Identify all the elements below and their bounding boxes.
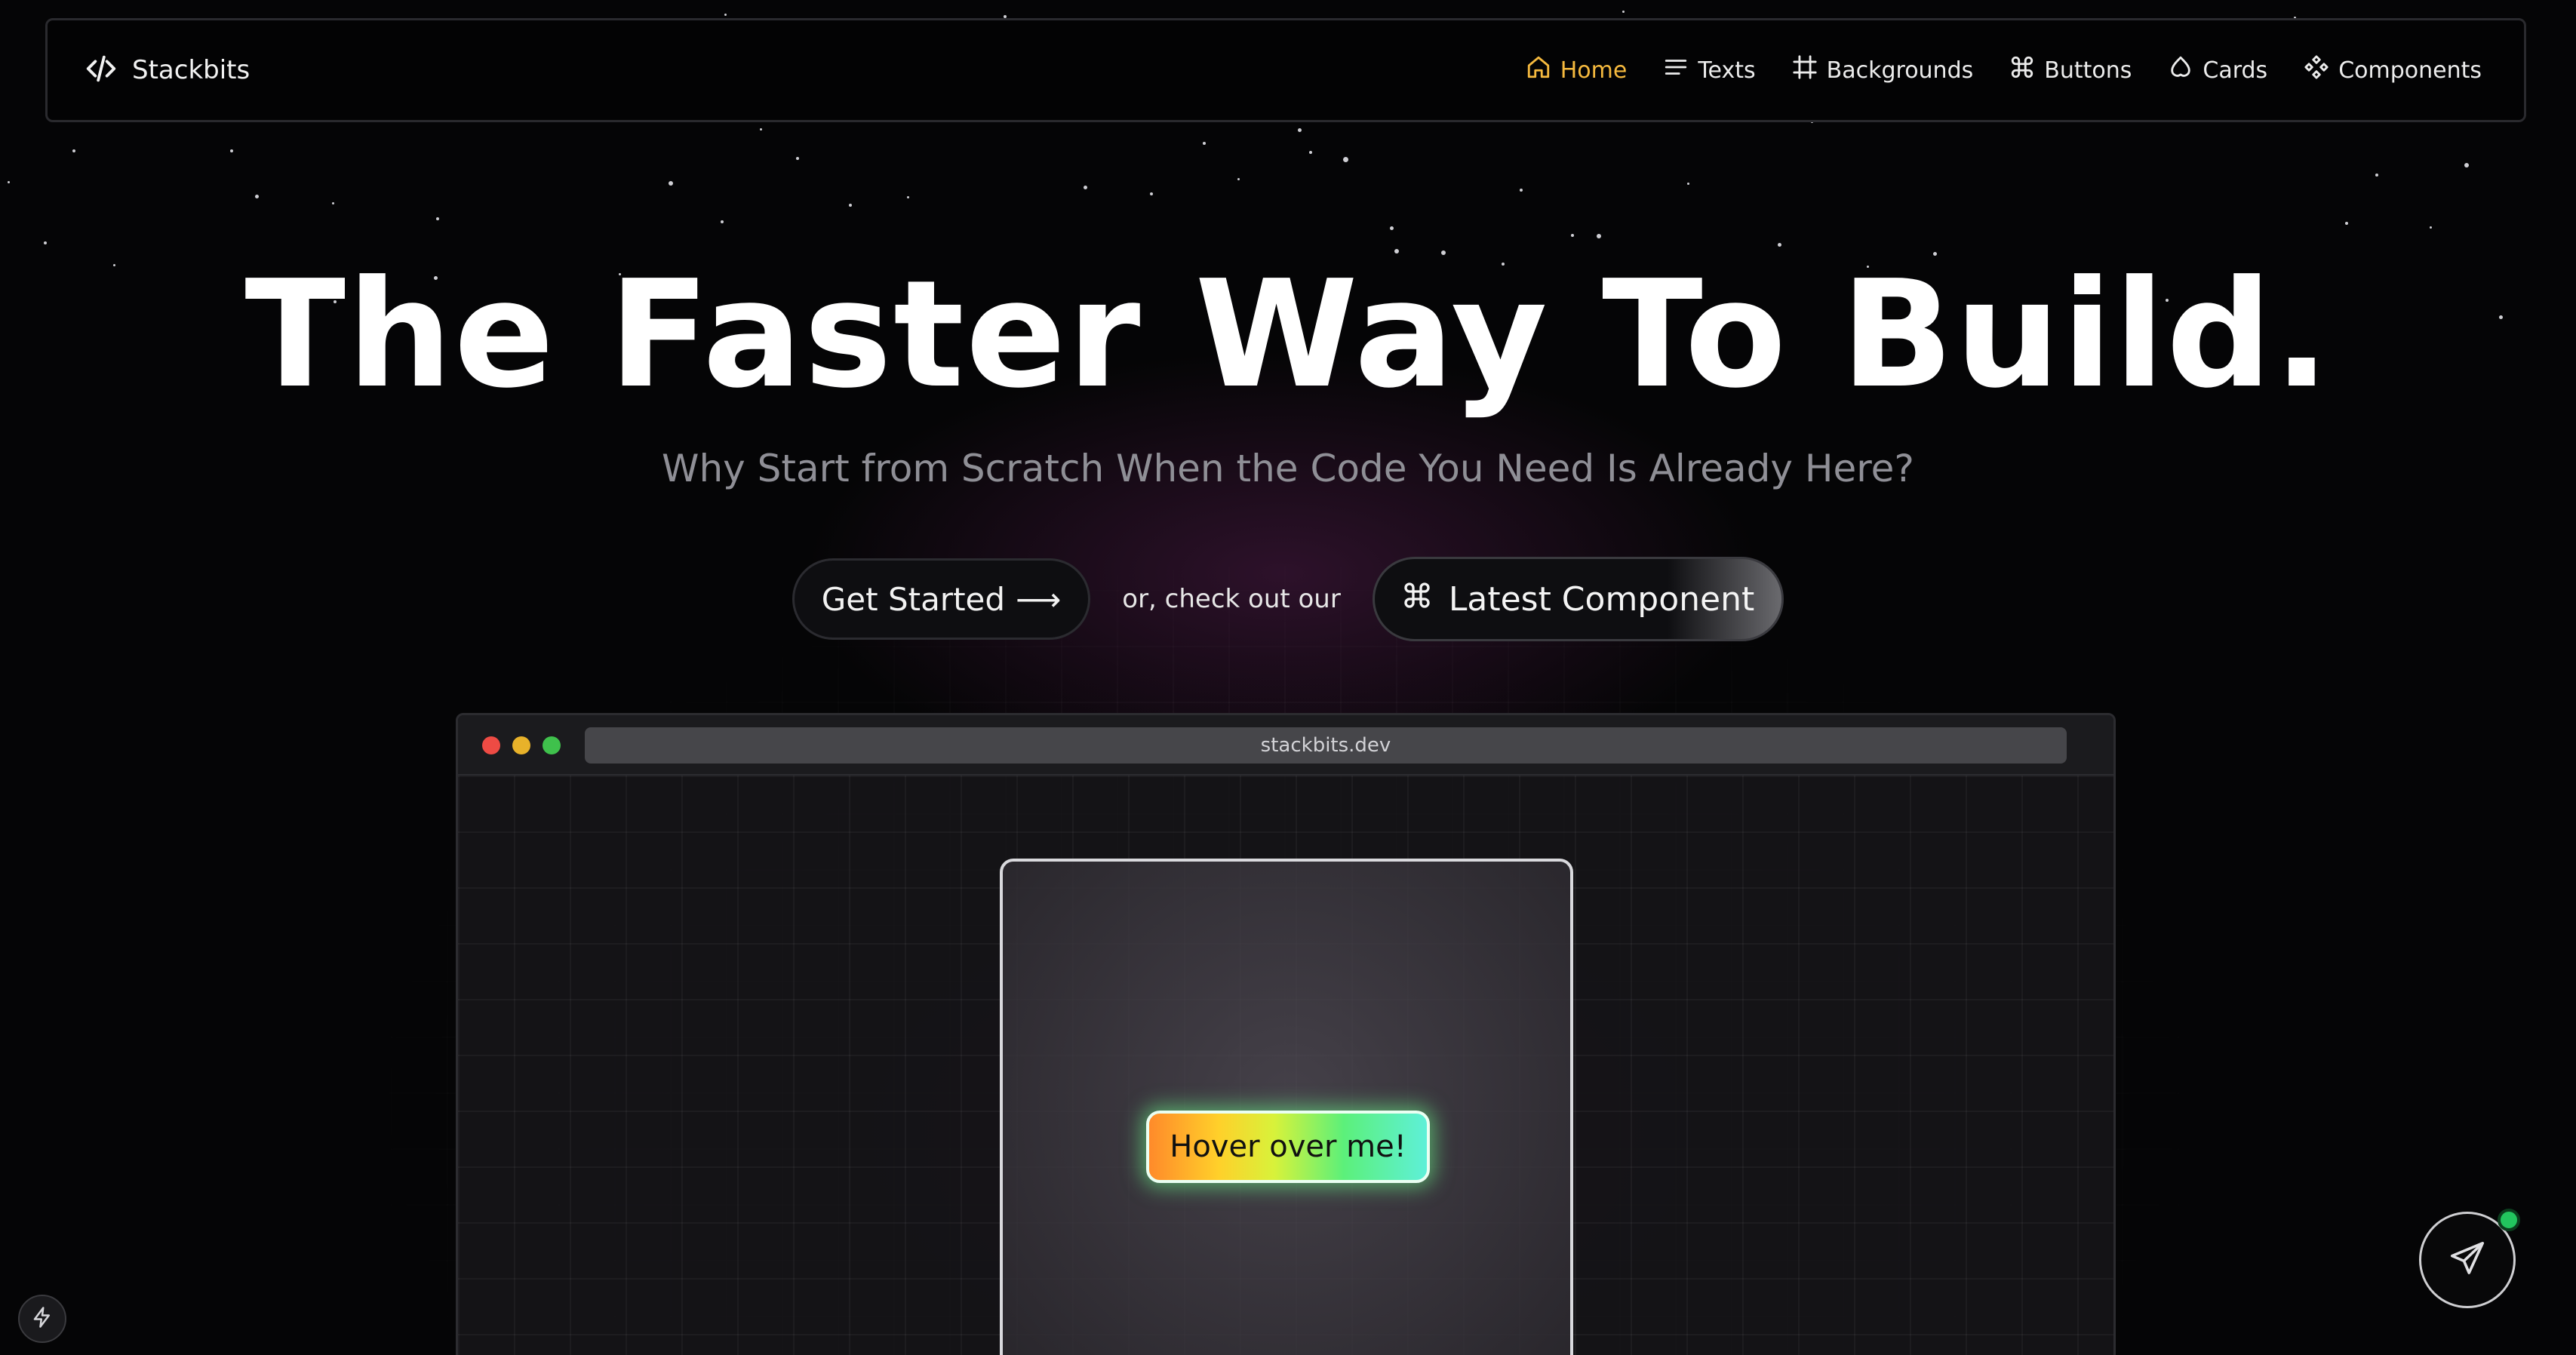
cloud-icon: [2168, 54, 2193, 86]
url-bar: stackbits.dev: [585, 727, 2067, 764]
command-icon: [1402, 580, 1432, 619]
close-dot: [482, 736, 500, 754]
get-started-button[interactable]: Get Started ⟶: [792, 558, 1091, 640]
latest-component-label: Latest Component: [1448, 579, 1755, 619]
demo-card: Hover over me!: [1000, 859, 1573, 1355]
star: [230, 149, 233, 152]
browser-titlebar: stackbits.dev: [458, 715, 2113, 776]
star: [669, 181, 673, 186]
star: [721, 220, 724, 223]
code-icon: [84, 51, 118, 89]
nav-item-label: Backgrounds: [1826, 57, 1974, 84]
online-status-dot: [2498, 1209, 2520, 1231]
send-icon: [2447, 1238, 2488, 1282]
dev-tools-button[interactable]: [18, 1295, 66, 1343]
hero-title: The Faster Way To Build.: [244, 249, 2332, 421]
star: [1203, 142, 1206, 145]
nav-item-backgrounds[interactable]: Backgrounds: [1792, 54, 1974, 86]
star: [1298, 128, 1302, 132]
minimize-dot: [512, 736, 530, 754]
nav-item-components[interactable]: Components: [2304, 54, 2482, 86]
nav-item-label: Home: [1560, 57, 1628, 84]
browser-window: stackbits.dev Hover over me!: [456, 713, 2116, 1355]
star: [1622, 11, 1625, 13]
star: [2375, 174, 2378, 177]
component-icon: [2304, 54, 2329, 86]
nav-item-cards[interactable]: Cards: [2168, 54, 2267, 86]
nav-item-home[interactable]: Home: [1526, 54, 1628, 86]
nav-item-label: Buttons: [2044, 57, 2132, 84]
star: [332, 202, 334, 204]
star: [796, 157, 799, 160]
nav-item-buttons[interactable]: Buttons: [2009, 54, 2132, 86]
star: [2464, 163, 2469, 167]
text-lines-icon: [1663, 54, 1689, 86]
star: [1309, 151, 1312, 154]
star: [760, 128, 762, 131]
nav-item-label: Texts: [1698, 57, 1756, 84]
brand-logo[interactable]: Stackbits: [84, 20, 250, 120]
arrow-right-icon: ⟶: [1016, 580, 1062, 618]
bolt-icon: [31, 1306, 54, 1332]
star: [436, 217, 439, 220]
get-started-label: Get Started: [821, 580, 1006, 618]
star: [44, 241, 47, 244]
star: [1687, 183, 1689, 185]
home-icon: [1526, 54, 1551, 86]
star: [1571, 234, 1574, 237]
navbar: Stackbits Home Texts Backgrounds Buttons: [45, 18, 2526, 122]
nav-item-label: Components: [2338, 57, 2482, 84]
hash-frame-icon: [1792, 54, 1818, 86]
brand-name: Stackbits: [132, 55, 251, 85]
star: [1084, 186, 1087, 189]
nav-menu: Home Texts Backgrounds Buttons Cards Com…: [1526, 20, 2482, 120]
star: [1520, 189, 1523, 192]
star: [1150, 192, 1153, 195]
star: [1390, 226, 1394, 230]
star: [1343, 157, 1348, 162]
star: [1778, 243, 1781, 247]
star: [255, 195, 259, 198]
star: [8, 181, 10, 183]
star: [2345, 222, 2348, 225]
maximize-dot: [543, 736, 561, 754]
hover-demo-button[interactable]: Hover over me!: [1146, 1111, 1430, 1183]
command-icon: [2009, 54, 2035, 86]
star: [1237, 178, 1240, 180]
cta-row: Get Started ⟶ or, check out our Latest C…: [0, 557, 2576, 641]
star: [2430, 226, 2432, 229]
nav-item-label: Cards: [2203, 57, 2268, 84]
nav-item-texts[interactable]: Texts: [1663, 54, 1756, 86]
hero-subtitle: Why Start from Scratch When the Code You…: [662, 447, 1914, 490]
browser-content: Hover over me!: [458, 776, 2113, 1355]
latest-component-button[interactable]: Latest Component: [1372, 557, 1784, 641]
star: [1597, 234, 1601, 238]
star: [907, 196, 909, 198]
star: [849, 204, 852, 207]
star: [724, 14, 727, 16]
star: [72, 149, 75, 152]
cta-middle-text: or, check out our: [1122, 584, 1341, 614]
